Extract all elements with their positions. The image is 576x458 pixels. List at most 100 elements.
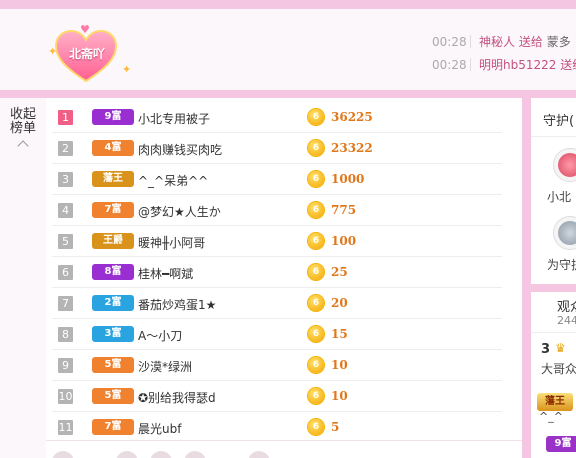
ranking-row[interactable]: 9 5富 沙漠*绿洲 6 10 [46,350,502,381]
rank-number: 4 [58,203,73,218]
collapse-label: 收起榜单 [9,107,36,136]
rank-number: 9 [58,358,73,373]
coin-icon: 6 [308,171,324,187]
ranking-row[interactable]: 3 藩王 ^_^呆弟^^ 6 1000 [46,164,502,195]
ranking-row[interactable]: 10 5富 ✪别给我得瑟d 6 10 [46,381,502,412]
ranking-row[interactable]: 1 9富 小北专用被子 6 36225 [46,102,502,133]
guard-member-name[interactable]: 为守护 [547,256,576,273]
audience-panel: 观众 244 3 ♛ 大哥众 藩王 ^_^ 9富 [531,292,576,458]
ticker-user[interactable]: 明明hb51222 [479,58,556,72]
coin-icon: 6 [308,357,324,373]
sparkle-icon: ✦ [122,63,132,76]
top-bar: ✦ ✦ ♥ 北斋吖 00:28 神秘人 送给 蒙多 00:28 明明hb51222 … [0,0,576,90]
rank-number: 10 [58,389,73,404]
coin-icon: 6 [308,295,324,311]
contribution-score: 15 [331,327,348,341]
level-badge: 藩王 [92,171,134,187]
coin-icon: 6 [308,388,324,404]
contribution-score: 100 [331,234,357,248]
level-badge: 3富 [92,326,134,342]
coin-icon: 6 [308,109,324,125]
ranking-row[interactable]: 5 王爵 暖神╫小阿哥 6 100 [46,226,502,257]
anchor-badge[interactable]: ✦ ✦ ♥ 北斋吖 [44,23,132,87]
guard-panel: 守护( 小北 为守护 [531,98,576,284]
ranking-row[interactable]: 2 4富 肉肉赚钱买肉吃 6 23322 [46,133,502,164]
contribution-score: 23322 [331,141,373,155]
level-badge: 王爵 [92,233,134,249]
level-badge: 9富 [546,436,576,452]
user-name[interactable]: 番茄炒鸡蛋1★ [138,296,216,313]
audience-title[interactable]: 观众 [557,296,576,315]
level-badge: 7富 [92,419,134,435]
audience-count: 244 [557,314,576,327]
rank-number: 7 [58,296,73,311]
ranking-row[interactable]: 4 7富 @梦幻★人生か 6 775 [46,195,502,226]
rank-number: 2 [58,141,73,156]
rank-number: 11 [58,420,73,435]
rank-number: 6 [58,265,73,280]
level-badge: 5富 [92,388,134,404]
level-badge: 藩王 [537,393,573,411]
coin-icon: 6 [308,326,324,342]
ticker-time: 00:28 [432,58,467,72]
level-badge: 2富 [92,295,134,311]
ranking-row[interactable]: 8 3富 A～小刀 6 15 [46,319,502,350]
ticker-user[interactable]: 神秘人 [479,35,515,49]
rank-number: 1 [58,110,73,125]
small-heart-icon: ♥ [80,23,90,36]
contribution-score: 10 [331,389,348,403]
anchor-name: 北斋吖 [68,47,105,61]
user-name[interactable]: ✪别给我得瑟d [138,389,216,406]
contribution-score: 5 [331,420,340,434]
audience-sub-label: 大哥众 [541,362,576,376]
coin-icon: 6 [308,419,324,435]
user-name[interactable]: 暖神╫小阿哥 [138,234,205,251]
contribution-score: 25 [331,265,348,279]
level-badge: 5富 [92,357,134,373]
user-name[interactable]: 桂林━啊斌 [138,265,193,282]
ticker-time: 00:28 [432,35,467,49]
contribution-score: 775 [331,203,357,217]
guard-avatar[interactable] [553,216,576,250]
rank-number: 8 [58,327,73,342]
guard-title[interactable]: 守护( [543,110,574,129]
user-name[interactable]: A～小刀 [138,327,182,344]
coin-icon: 6 [308,140,324,156]
contribution-score: 20 [331,296,348,310]
user-name[interactable]: 晨光ubf [138,420,181,437]
audience-user-name[interactable]: ^_^ [539,410,563,423]
user-name[interactable]: 小北专用被子 [138,110,210,127]
guard-member-name[interactable]: 小北 [547,188,571,205]
ranking-panel: 1 9富 小北专用被子 6 36225 2 4富 肉肉赚钱买肉吃 6 23322 3 藩王 ^_^呆弟^… [46,98,522,443]
coin-icon: 6 [308,264,324,280]
gift-ticker-row: 00:28 神秘人 送给 蒙多 [432,33,576,50]
coin-icon: 6 [308,233,324,249]
contribution-score: 36225 [331,110,373,124]
user-name[interactable]: @梦幻★人生か [138,203,221,220]
crown-icon: ♛ [555,341,566,355]
chevron-up-icon [17,140,29,152]
guard-avatar[interactable] [553,148,576,182]
user-name[interactable]: 沙漠*绿洲 [138,358,192,375]
ranking-row[interactable]: 7 2富 番茄炒鸡蛋1★ 6 20 [46,288,502,319]
user-name[interactable]: 肉肉赚钱买肉吃 [138,141,222,158]
ticker-target: 蒙多 [546,35,571,49]
bottom-strip [46,440,522,458]
ticker-action: 送给 [518,35,543,49]
coin-icon: 6 [308,202,324,218]
rank-number: 5 [58,234,73,249]
level-badge: 7富 [92,202,134,218]
gift-ticker-row: 00:28 明明hb51222 送给 [432,56,576,73]
level-badge: 8富 [92,264,134,280]
left-column: 收起榜单 [0,98,46,458]
contribution-score: 10 [331,358,348,372]
ranking-row[interactable]: 11 7富 晨光ubf 6 5 [46,412,502,443]
ticker-action: 送给 [560,58,576,72]
level-badge: 9富 [92,109,134,125]
collapse-ranking-button[interactable]: 收起榜单 [9,107,37,152]
rank-number: 3 [58,172,73,187]
contribution-score: 1000 [331,172,365,186]
user-name[interactable]: ^_^呆弟^^ [138,172,208,189]
audience-rank: 3 [541,342,551,357]
ranking-row[interactable]: 6 8富 桂林━啊斌 6 25 [46,257,502,288]
